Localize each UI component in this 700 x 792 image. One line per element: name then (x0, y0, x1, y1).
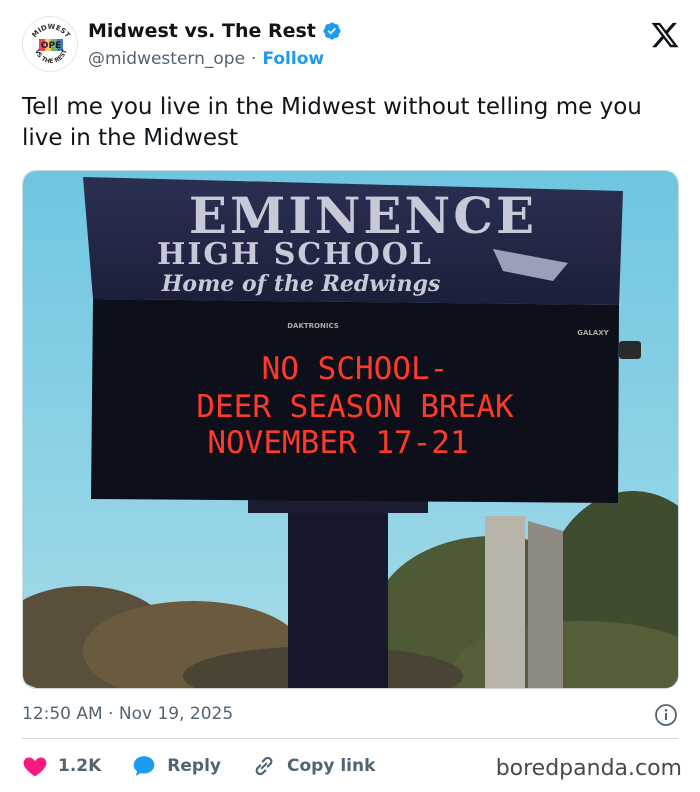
tweet-media-image[interactable]: EMINENCE HIGH SCHOOL Home of the Redwing… (22, 170, 679, 689)
reply-button[interactable]: Reply (131, 753, 221, 779)
sign-pole (288, 491, 388, 688)
led-line-3: NOVEMBER 17-21 (207, 425, 468, 461)
led-line-1: NO SCHOOL- (262, 351, 449, 387)
tweet-text: Tell me you live in the Midwest without … (22, 94, 642, 151)
copy-link-label: Copy link (287, 756, 376, 776)
x-logo-icon[interactable] (650, 20, 680, 50)
heart-icon (23, 757, 47, 777)
timestamp-row: 12:50 AM · Nov 19, 2025 (22, 702, 678, 728)
avatar-top-text: MIDWEST (31, 23, 72, 40)
follow-button[interactable]: Follow (262, 49, 324, 69)
watermark: boredpanda.com (495, 756, 682, 781)
reply-label: Reply (167, 756, 221, 776)
timestamp[interactable]: 12:50 AM · Nov 19, 2025 (22, 704, 233, 724)
handle[interactable]: @midwestern_ope (88, 49, 245, 69)
sign-tagline: Home of the Redwings (161, 271, 441, 297)
verified-badge-icon (323, 22, 341, 40)
link-icon (255, 756, 273, 776)
wooden-post (485, 516, 525, 688)
like-count: 1.2K (58, 756, 102, 776)
avatar[interactable]: MIDWEST OPE VS THE REST (22, 16, 78, 72)
display-name[interactable]: Midwest vs. The Rest (88, 20, 316, 42)
like-button[interactable]: 1.2K (22, 753, 101, 779)
reply-bubble-icon (134, 756, 155, 776)
brand-left: DAKTRONICS (287, 322, 339, 330)
svg-text:MIDWEST: MIDWEST (31, 23, 72, 40)
brand-right: GALAXY (577, 329, 609, 337)
tweet-header: MIDWEST OPE VS THE REST Midwest vs. The … (22, 14, 682, 78)
info-icon[interactable] (654, 703, 678, 727)
avatar-center-text: OPE (41, 41, 61, 51)
divider (22, 738, 678, 739)
led-line-2: DEER SEASON BREAK (196, 389, 514, 425)
copy-link-button[interactable]: Copy link (251, 753, 375, 779)
handle-separator: · (251, 49, 257, 69)
sign-subtitle: HIGH SCHOOL (157, 237, 433, 272)
